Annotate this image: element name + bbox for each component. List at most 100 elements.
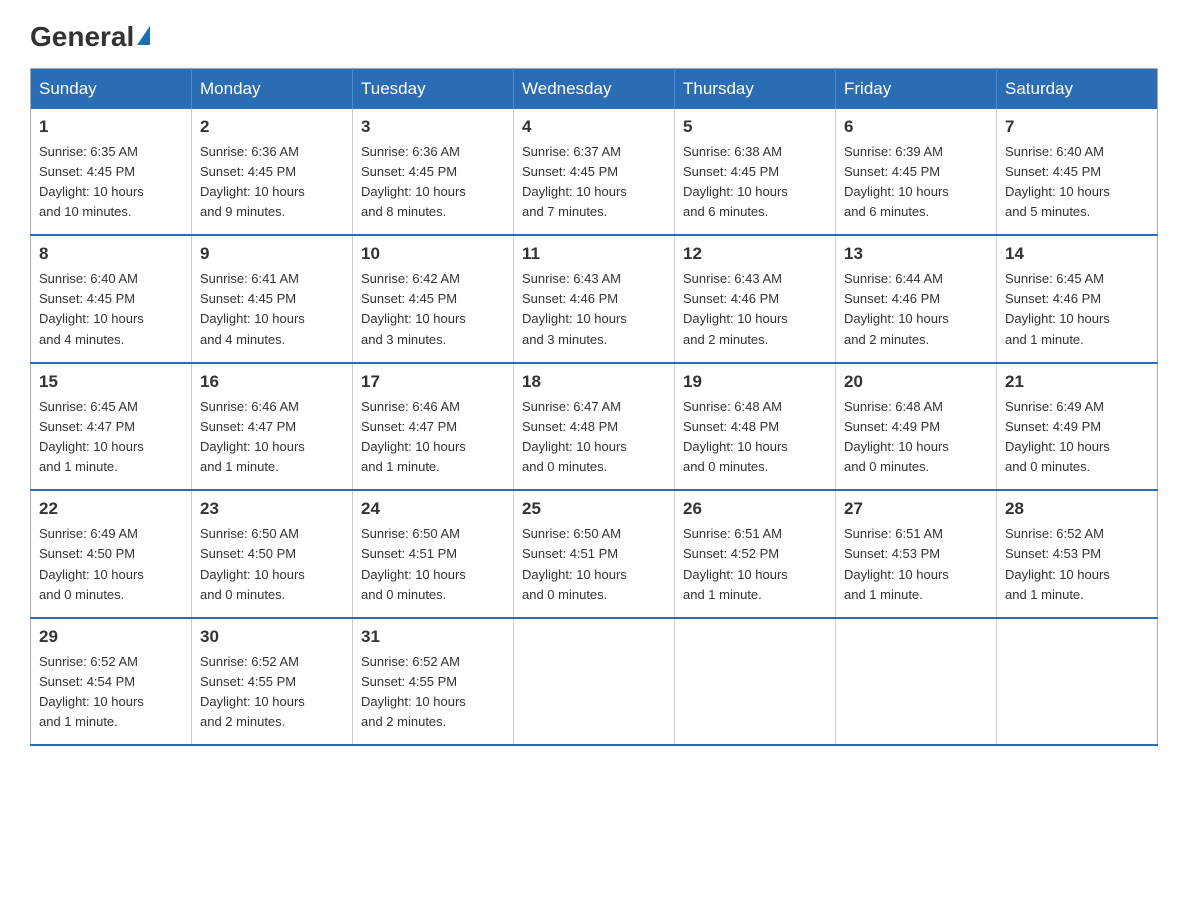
calendar-cell: 4 Sunrise: 6:37 AM Sunset: 4:45 PM Dayli… [514,109,675,236]
logo-general: General [30,20,134,54]
day-info: Sunrise: 6:50 AM Sunset: 4:51 PM Dayligh… [522,524,666,605]
day-info: Sunrise: 6:43 AM Sunset: 4:46 PM Dayligh… [683,269,827,350]
column-header-sunday: Sunday [31,68,192,109]
day-number: 24 [361,499,505,519]
day-info: Sunrise: 6:52 AM Sunset: 4:54 PM Dayligh… [39,652,183,733]
day-number: 21 [1005,372,1149,392]
day-info: Sunrise: 6:45 AM Sunset: 4:47 PM Dayligh… [39,397,183,478]
calendar-cell: 21 Sunrise: 6:49 AM Sunset: 4:49 PM Dayl… [997,363,1158,491]
calendar-week-3: 15 Sunrise: 6:45 AM Sunset: 4:47 PM Dayl… [31,363,1158,491]
calendar-cell: 26 Sunrise: 6:51 AM Sunset: 4:52 PM Dayl… [675,490,836,618]
column-header-tuesday: Tuesday [353,68,514,109]
day-number: 3 [361,117,505,137]
day-info: Sunrise: 6:51 AM Sunset: 4:52 PM Dayligh… [683,524,827,605]
calendar-cell: 30 Sunrise: 6:52 AM Sunset: 4:55 PM Dayl… [192,618,353,746]
day-number: 15 [39,372,183,392]
day-info: Sunrise: 6:48 AM Sunset: 4:49 PM Dayligh… [844,397,988,478]
day-info: Sunrise: 6:44 AM Sunset: 4:46 PM Dayligh… [844,269,988,350]
day-number: 9 [200,244,344,264]
day-number: 10 [361,244,505,264]
day-number: 6 [844,117,988,137]
calendar-header-row: SundayMondayTuesdayWednesdayThursdayFrid… [31,68,1158,109]
day-info: Sunrise: 6:41 AM Sunset: 4:45 PM Dayligh… [200,269,344,350]
calendar-cell: 14 Sunrise: 6:45 AM Sunset: 4:46 PM Dayl… [997,235,1158,363]
column-header-saturday: Saturday [997,68,1158,109]
calendar-cell: 13 Sunrise: 6:44 AM Sunset: 4:46 PM Dayl… [836,235,997,363]
day-number: 18 [522,372,666,392]
day-number: 4 [522,117,666,137]
calendar-week-4: 22 Sunrise: 6:49 AM Sunset: 4:50 PM Dayl… [31,490,1158,618]
day-number: 2 [200,117,344,137]
day-info: Sunrise: 6:42 AM Sunset: 4:45 PM Dayligh… [361,269,505,350]
calendar-cell: 10 Sunrise: 6:42 AM Sunset: 4:45 PM Dayl… [353,235,514,363]
day-number: 11 [522,244,666,264]
day-number: 28 [1005,499,1149,519]
day-info: Sunrise: 6:38 AM Sunset: 4:45 PM Dayligh… [683,142,827,223]
day-info: Sunrise: 6:46 AM Sunset: 4:47 PM Dayligh… [361,397,505,478]
day-number: 5 [683,117,827,137]
calendar-cell: 3 Sunrise: 6:36 AM Sunset: 4:45 PM Dayli… [353,109,514,236]
calendar-cell: 28 Sunrise: 6:52 AM Sunset: 4:53 PM Dayl… [997,490,1158,618]
day-number: 1 [39,117,183,137]
calendar-cell: 29 Sunrise: 6:52 AM Sunset: 4:54 PM Dayl… [31,618,192,746]
day-number: 30 [200,627,344,647]
calendar-cell: 24 Sunrise: 6:50 AM Sunset: 4:51 PM Dayl… [353,490,514,618]
day-info: Sunrise: 6:36 AM Sunset: 4:45 PM Dayligh… [200,142,344,223]
calendar-cell: 9 Sunrise: 6:41 AM Sunset: 4:45 PM Dayli… [192,235,353,363]
calendar-week-2: 8 Sunrise: 6:40 AM Sunset: 4:45 PM Dayli… [31,235,1158,363]
logo-stacked: General [30,20,150,50]
day-info: Sunrise: 6:43 AM Sunset: 4:46 PM Dayligh… [522,269,666,350]
calendar-cell: 27 Sunrise: 6:51 AM Sunset: 4:53 PM Dayl… [836,490,997,618]
calendar-cell: 1 Sunrise: 6:35 AM Sunset: 4:45 PM Dayli… [31,109,192,236]
day-number: 8 [39,244,183,264]
day-info: Sunrise: 6:48 AM Sunset: 4:48 PM Dayligh… [683,397,827,478]
column-header-friday: Friday [836,68,997,109]
calendar-cell: 23 Sunrise: 6:50 AM Sunset: 4:50 PM Dayl… [192,490,353,618]
day-number: 27 [844,499,988,519]
calendar-cell: 11 Sunrise: 6:43 AM Sunset: 4:46 PM Dayl… [514,235,675,363]
column-header-wednesday: Wednesday [514,68,675,109]
calendar-cell: 18 Sunrise: 6:47 AM Sunset: 4:48 PM Dayl… [514,363,675,491]
day-number: 25 [522,499,666,519]
calendar-cell: 16 Sunrise: 6:46 AM Sunset: 4:47 PM Dayl… [192,363,353,491]
calendar-cell: 31 Sunrise: 6:52 AM Sunset: 4:55 PM Dayl… [353,618,514,746]
day-info: Sunrise: 6:51 AM Sunset: 4:53 PM Dayligh… [844,524,988,605]
day-info: Sunrise: 6:49 AM Sunset: 4:49 PM Dayligh… [1005,397,1149,478]
calendar-cell: 15 Sunrise: 6:45 AM Sunset: 4:47 PM Dayl… [31,363,192,491]
day-info: Sunrise: 6:37 AM Sunset: 4:45 PM Dayligh… [522,142,666,223]
day-number: 20 [844,372,988,392]
column-header-thursday: Thursday [675,68,836,109]
day-number: 13 [844,244,988,264]
day-number: 31 [361,627,505,647]
calendar-cell: 19 Sunrise: 6:48 AM Sunset: 4:48 PM Dayl… [675,363,836,491]
calendar-cell: 12 Sunrise: 6:43 AM Sunset: 4:46 PM Dayl… [675,235,836,363]
day-number: 7 [1005,117,1149,137]
calendar-cell: 8 Sunrise: 6:40 AM Sunset: 4:45 PM Dayli… [31,235,192,363]
day-info: Sunrise: 6:47 AM Sunset: 4:48 PM Dayligh… [522,397,666,478]
calendar-cell: 17 Sunrise: 6:46 AM Sunset: 4:47 PM Dayl… [353,363,514,491]
calendar-cell: 6 Sunrise: 6:39 AM Sunset: 4:45 PM Dayli… [836,109,997,236]
calendar-cell: 22 Sunrise: 6:49 AM Sunset: 4:50 PM Dayl… [31,490,192,618]
day-info: Sunrise: 6:49 AM Sunset: 4:50 PM Dayligh… [39,524,183,605]
calendar-cell: 2 Sunrise: 6:36 AM Sunset: 4:45 PM Dayli… [192,109,353,236]
day-number: 26 [683,499,827,519]
calendar-cell: 7 Sunrise: 6:40 AM Sunset: 4:45 PM Dayli… [997,109,1158,236]
calendar-week-5: 29 Sunrise: 6:52 AM Sunset: 4:54 PM Dayl… [31,618,1158,746]
day-number: 16 [200,372,344,392]
day-info: Sunrise: 6:50 AM Sunset: 4:51 PM Dayligh… [361,524,505,605]
calendar-week-1: 1 Sunrise: 6:35 AM Sunset: 4:45 PM Dayli… [31,109,1158,236]
page-header: General [30,20,1158,50]
calendar-table: SundayMondayTuesdayWednesdayThursdayFrid… [30,68,1158,747]
day-info: Sunrise: 6:39 AM Sunset: 4:45 PM Dayligh… [844,142,988,223]
calendar-cell [997,618,1158,746]
calendar-cell [675,618,836,746]
column-header-monday: Monday [192,68,353,109]
day-info: Sunrise: 6:52 AM Sunset: 4:55 PM Dayligh… [200,652,344,733]
day-info: Sunrise: 6:52 AM Sunset: 4:55 PM Dayligh… [361,652,505,733]
day-number: 12 [683,244,827,264]
calendar-cell: 20 Sunrise: 6:48 AM Sunset: 4:49 PM Dayl… [836,363,997,491]
day-number: 22 [39,499,183,519]
calendar-cell: 5 Sunrise: 6:38 AM Sunset: 4:45 PM Dayli… [675,109,836,236]
day-info: Sunrise: 6:50 AM Sunset: 4:50 PM Dayligh… [200,524,344,605]
day-number: 29 [39,627,183,647]
